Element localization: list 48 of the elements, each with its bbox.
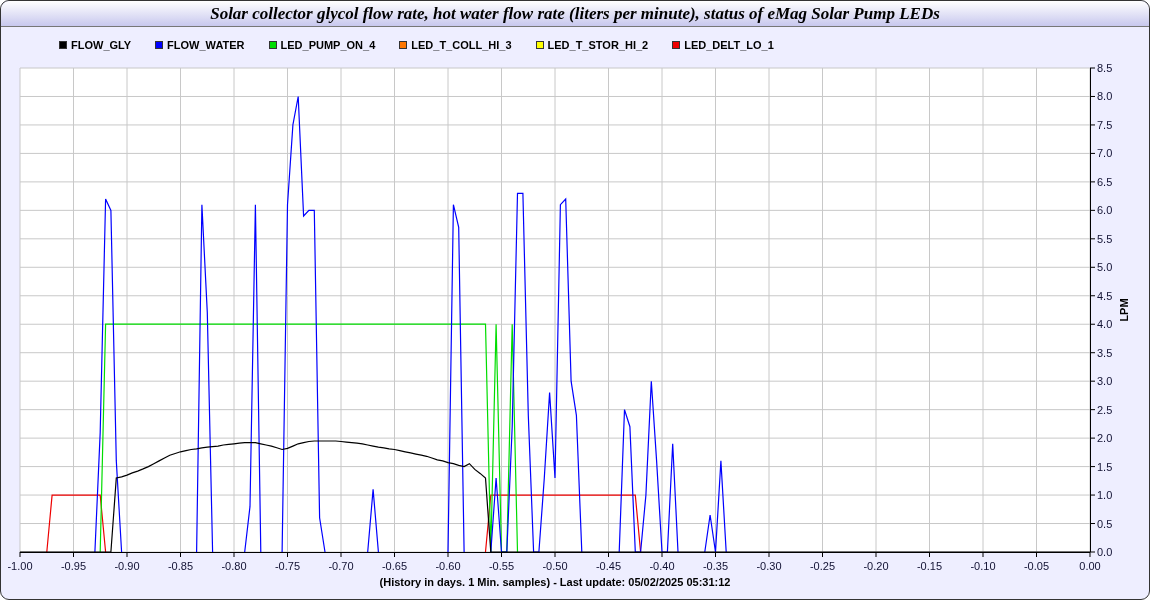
tick-label: -0.35 bbox=[702, 560, 729, 572]
tick-label: 4.0 bbox=[1097, 318, 1113, 331]
tick-label: 8.5 bbox=[1097, 63, 1113, 74]
tick-label: -0.10 bbox=[970, 560, 996, 572]
tick-label: -0.45 bbox=[595, 560, 622, 572]
tick-label: 3.5 bbox=[1097, 346, 1113, 359]
tick-label: 2.0 bbox=[1097, 432, 1113, 445]
tick-label: -0.30 bbox=[756, 560, 782, 572]
tick-label: -0.40 bbox=[649, 560, 675, 572]
tick-label: 0.0 bbox=[1097, 546, 1113, 558]
tick-label: -0.80 bbox=[221, 560, 247, 572]
tick-label: 1.0 bbox=[1097, 489, 1113, 502]
tick-label: -0.50 bbox=[542, 560, 568, 572]
tick-label: -0.85 bbox=[167, 560, 194, 572]
tick-label: 5.5 bbox=[1097, 232, 1113, 245]
tick-label: 7.5 bbox=[1097, 118, 1113, 131]
tick-label: -1.00 bbox=[7, 560, 33, 572]
legend-label: FLOW_WATER bbox=[167, 37, 245, 53]
legend-label: LED_T_COLL_HI_3 bbox=[411, 37, 512, 53]
tick-label: 2.5 bbox=[1097, 403, 1113, 416]
tick-label: -0.65 bbox=[381, 560, 408, 572]
tick-label: -0.70 bbox=[328, 560, 354, 572]
tick-label: -0.95 bbox=[60, 560, 87, 572]
tick-label: 3.0 bbox=[1097, 375, 1113, 388]
legend-label: FLOW_GLY bbox=[71, 37, 132, 53]
tick-label: -0.05 bbox=[1023, 560, 1050, 572]
tick-label: 0.5 bbox=[1097, 517, 1113, 530]
axis-title: LPM bbox=[1118, 298, 1130, 322]
tick-label: -0.20 bbox=[863, 560, 889, 572]
tick-label: -0.75 bbox=[274, 560, 301, 572]
tick-label: 0.00 bbox=[1079, 560, 1101, 572]
tick-label: -0.60 bbox=[435, 560, 461, 572]
tick-label: 6.5 bbox=[1097, 175, 1113, 188]
legend-label: LED_DELT_LO_1 bbox=[684, 37, 774, 53]
tick-label: -0.55 bbox=[488, 560, 515, 572]
tick-label: 7.0 bbox=[1097, 147, 1113, 160]
tick-label: 6.0 bbox=[1097, 204, 1113, 217]
tick-label: 1.5 bbox=[1097, 460, 1113, 473]
legend-label: LED_PUMP_ON_4 bbox=[280, 37, 376, 53]
chart-title: Solar collector glycol flow rate, hot water flow rate (liters per minute), status of eMag Solar Pump LEDs bbox=[1, 1, 1149, 27]
tick-label: -0.15 bbox=[916, 560, 943, 572]
tick-label: 4.5 bbox=[1097, 289, 1113, 302]
tick-label: -0.90 bbox=[114, 560, 140, 572]
tick-label: -0.25 bbox=[809, 560, 836, 572]
legend-label: LED_T_STOR_HI_2 bbox=[547, 37, 649, 53]
axis-title: (History in days. 1 Min. samples) - Last update: 05/02/2025 05:31:12 bbox=[379, 576, 731, 588]
tick-label: 5.0 bbox=[1097, 261, 1113, 274]
tick-label: 8.0 bbox=[1097, 90, 1113, 103]
